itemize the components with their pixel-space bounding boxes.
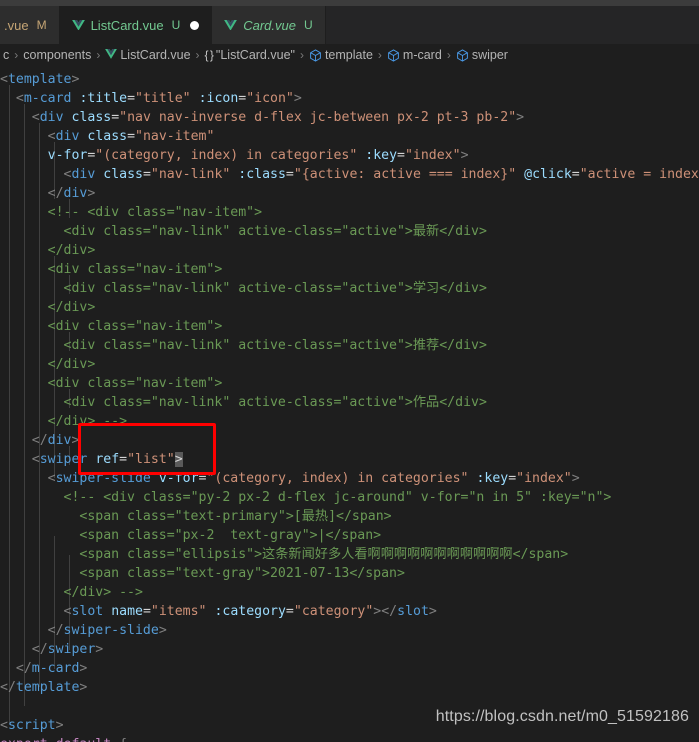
tab-label: Card.vue xyxy=(243,17,296,33)
code-line[interactable]: <template> xyxy=(0,70,699,89)
tab-git-badge: M xyxy=(36,18,47,32)
code-line[interactable]: <m-card :title="title" :icon="icon"> xyxy=(0,89,699,108)
code-line[interactable]: <swiper-slide v-for="(category, index) i… xyxy=(0,469,699,488)
symbol-cube-icon xyxy=(456,48,469,62)
code-line[interactable]: <span class="text-gray">2021-07-13</span… xyxy=(0,564,699,583)
code-line[interactable]: </div> xyxy=(0,184,699,203)
breadcrumb-item-swiper[interactable]: swiper xyxy=(455,48,509,62)
breadcrumb-item-components[interactable]: components xyxy=(22,48,92,62)
symbol-cube-icon xyxy=(387,48,400,62)
code-line[interactable]: <div class="nav-item"> xyxy=(0,374,699,393)
code-line[interactable]: export default { xyxy=(0,735,699,742)
code-line[interactable]: <div class="nav nav-inverse d-flex jc-be… xyxy=(0,108,699,127)
tab-label: ListCard.vue xyxy=(90,17,164,33)
code-line[interactable]: <div class="nav-link" active-class="acti… xyxy=(0,222,699,241)
breadcrumb-separator: › xyxy=(96,48,101,62)
breadcrumb-label: ListCard.vue xyxy=(120,48,191,62)
json-braces-icon: { } xyxy=(204,48,214,62)
breadcrumb-separator: › xyxy=(195,48,200,62)
unsaved-indicator-dot[interactable] xyxy=(190,20,200,30)
breadcrumb-label: m-card xyxy=(402,48,442,62)
symbol-cube-icon xyxy=(309,48,322,62)
breadcrumb-item-c[interactable]: c xyxy=(2,48,10,62)
code-line[interactable]: <div class="nav-item"> xyxy=(0,260,699,279)
code-line[interactable]: <div class="nav-link" active-class="acti… xyxy=(0,279,699,298)
code-line[interactable]: <div class="nav-link" active-class="acti… xyxy=(0,336,699,355)
code-line[interactable]: <span class="ellipsis">这条新闻好多人看啊啊啊啊啊啊啊啊啊… xyxy=(0,545,699,564)
code-lines: <template> <m-card :title="title" :icon=… xyxy=(0,66,699,742)
vue-file-icon xyxy=(71,19,85,31)
code-line[interactable]: </swiper> xyxy=(0,640,699,659)
breadcrumb-separator: › xyxy=(299,48,304,62)
code-line[interactable]: <div class="nav-item"> xyxy=(0,317,699,336)
code-line[interactable]: </div> --> xyxy=(0,583,699,602)
breadcrumb-label: template xyxy=(324,48,373,62)
code-line[interactable]: <!-- <div class="py-2 px-2 d-flex jc-aro… xyxy=(0,488,699,507)
breadcrumb-separator: › xyxy=(446,48,451,62)
code-line[interactable]: </m-card> xyxy=(0,659,699,678)
breadcrumb-separator: › xyxy=(14,48,19,62)
code-line[interactable]: </swiper-slide> xyxy=(0,621,699,640)
code-line[interactable]: </div> xyxy=(0,355,699,374)
code-line[interactable]: <span class="text-primary">[最热]</span> xyxy=(0,507,699,526)
breadcrumb-label: swiper xyxy=(471,48,508,62)
code-line[interactable]: </div> xyxy=(0,431,699,450)
editor-tab-vue[interactable]: .vue M xyxy=(0,6,60,44)
breadcrumb-label: "ListCard.vue" xyxy=(215,48,295,62)
vue-file-icon xyxy=(105,48,118,62)
code-line[interactable]: v-for="(category, index) in categories" … xyxy=(0,146,699,165)
vue-file-icon xyxy=(224,19,238,31)
breadcrumb-label: c xyxy=(3,48,10,62)
breadcrumb-item-m-card[interactable]: m-card xyxy=(386,48,443,62)
code-line[interactable]: <span class="px-2 text-gray">|</span> xyxy=(0,526,699,545)
breadcrumb-item-listcard.vue[interactable]: ListCard.vue xyxy=(104,48,191,62)
code-line[interactable]: <div class="nav-link" active-class="acti… xyxy=(0,393,699,412)
watermark-url: https://blog.csdn.net/m0_51592186 xyxy=(435,708,689,725)
breadcrumb-separator: › xyxy=(377,48,382,62)
editor-tab-listcard-vue[interactable]: ListCard.vue U xyxy=(59,6,213,44)
breadcrumb-item-template[interactable]: template xyxy=(308,48,374,62)
code-line[interactable]: </div> xyxy=(0,241,699,260)
code-editor[interactable]: <template> <m-card :title="title" :icon=… xyxy=(0,66,699,742)
editor-tab-bar: .vue M ListCard.vue U Card.vue U xyxy=(0,6,699,44)
code-line[interactable]: <div class="nav-item" xyxy=(0,127,699,146)
editor-tab-card-vue[interactable]: Card.vue U xyxy=(212,6,326,44)
breadcrumb-label: components xyxy=(23,48,92,62)
code-line[interactable]: </template> xyxy=(0,678,699,697)
code-line[interactable]: <swiper ref="list"> xyxy=(0,450,699,469)
code-line[interactable]: <slot name="items" :category="category">… xyxy=(0,602,699,621)
tab-git-badge: U xyxy=(303,18,313,32)
vscode-window: .vue M ListCard.vue U Card.vue U c › components… xyxy=(0,0,699,742)
code-line[interactable]: <!-- <div class="nav-item"> xyxy=(0,203,699,222)
tab-bar-filler xyxy=(325,6,699,44)
breadcrumb-item-listcard.vue[interactable]: { } "ListCard.vue" xyxy=(204,48,296,62)
code-line[interactable]: </div> --> xyxy=(0,412,699,431)
code-line[interactable]: <div class="nav-link" :class="{active: a… xyxy=(0,165,699,184)
code-line[interactable]: </div> xyxy=(0,298,699,317)
tab-label: .vue xyxy=(4,17,29,33)
tab-git-badge: U xyxy=(171,18,181,32)
breadcrumb: c › components › ListCard.vue ›{ } "ListCard.v… xyxy=(0,44,699,66)
